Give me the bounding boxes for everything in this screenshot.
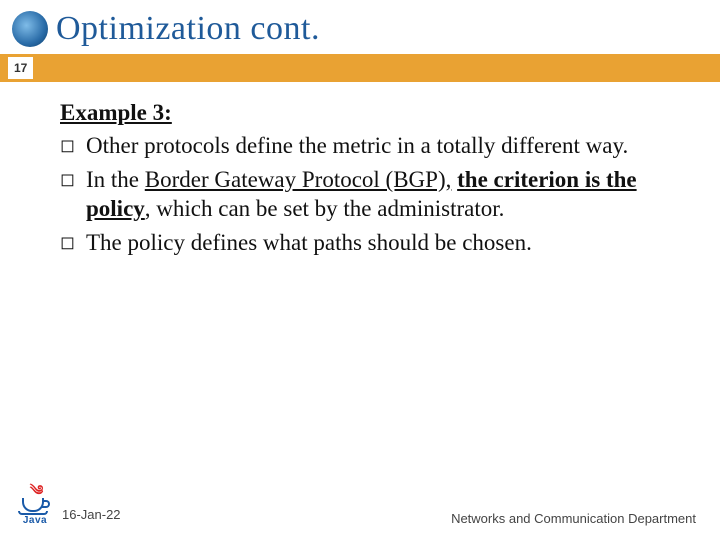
footer: ༄ Java 16-Jan-22 Networks and Communicat…: [0, 484, 720, 526]
slide-body: Example 3: ◻ Other protocols define the …: [0, 82, 720, 257]
bullet-icon: ◻: [60, 131, 86, 160]
footer-department: Networks and Communication Department: [451, 511, 696, 526]
slide-title: Optimization cont.: [56, 10, 320, 48]
list-item: ◻ In the Border Gateway Protocol (BGP), …: [60, 165, 666, 224]
footer-date: 16-Jan-22: [62, 507, 121, 522]
header: Optimization cont.: [0, 0, 720, 54]
bullet-text: The policy defines what paths should be …: [86, 228, 666, 257]
bullet-icon: ◻: [60, 165, 86, 224]
bullet-text: In the Border Gateway Protocol (BGP), th…: [86, 165, 666, 224]
example-heading: Example 3:: [60, 98, 666, 127]
list-item: ◻ The policy defines what paths should b…: [60, 228, 666, 257]
accent-bar: 17: [0, 54, 720, 82]
bullet-text: Other protocols define the metric in a t…: [86, 131, 666, 160]
bullet-icon: ◻: [60, 228, 86, 257]
list-item: ◻ Other protocols define the metric in a…: [60, 131, 666, 160]
java-logo-icon: ༄ Java: [18, 484, 52, 526]
page-number-badge: 17: [8, 57, 33, 79]
java-logo-text: Java: [23, 515, 47, 526]
globe-icon: [12, 11, 48, 47]
bullet-list: ◻ Other protocols define the metric in a…: [60, 131, 666, 257]
